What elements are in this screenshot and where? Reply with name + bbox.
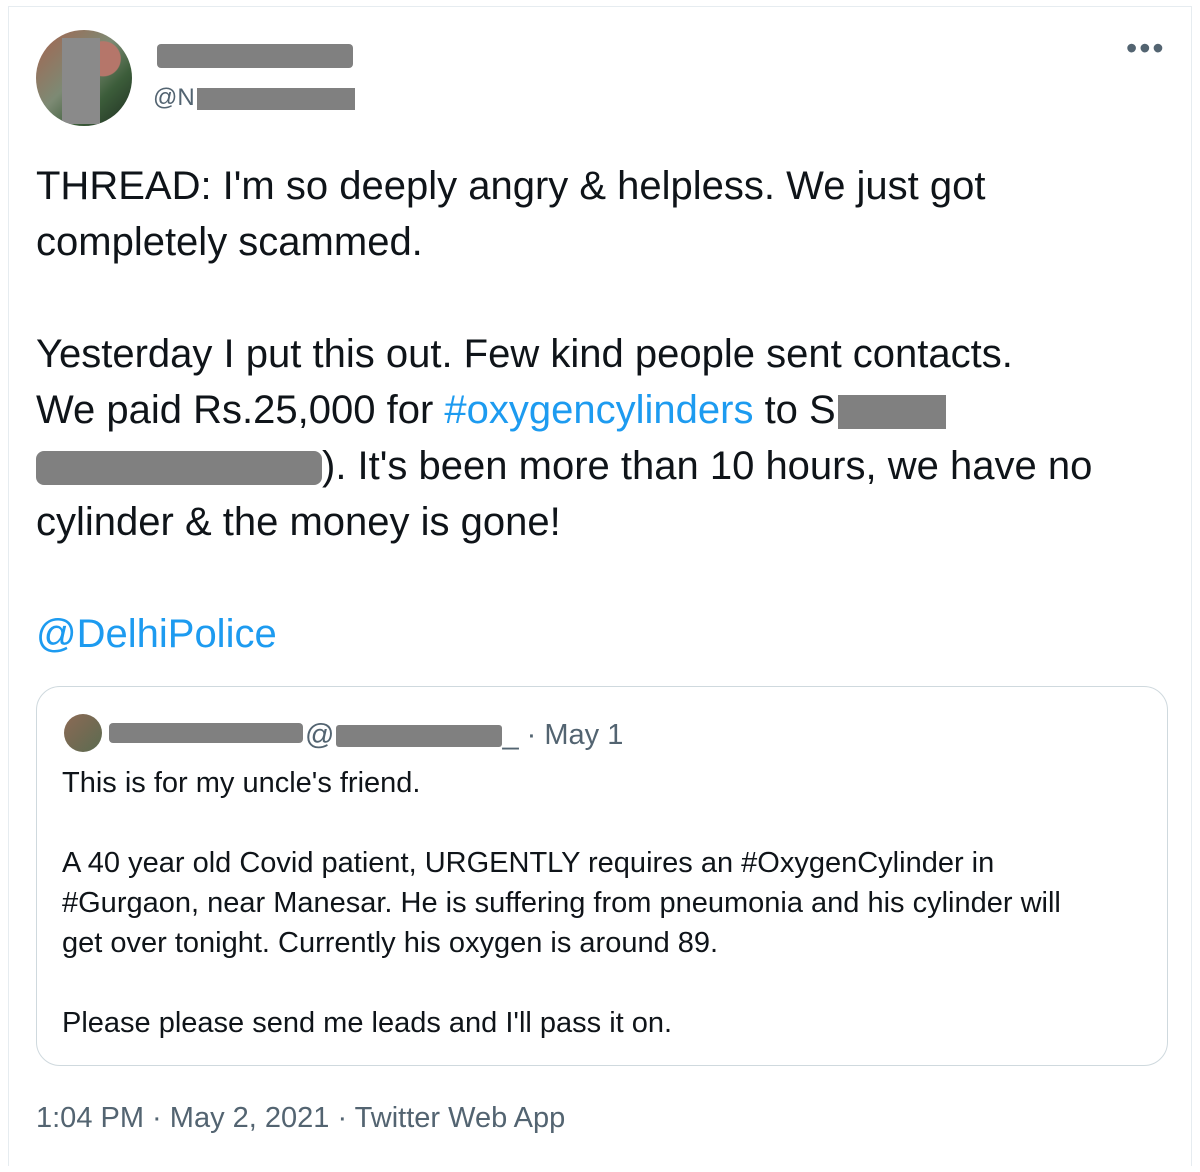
tweet-line: cylinder & the money is gone! bbox=[36, 500, 561, 544]
tweet-date[interactable]: May 2, 2021 bbox=[170, 1102, 330, 1134]
quoted-avatar[interactable] bbox=[64, 714, 102, 752]
quoted-handle-at: @ bbox=[305, 719, 335, 751]
display-name-redacted[interactable] bbox=[157, 44, 353, 68]
quoted-meta: @ _ · May 1 bbox=[305, 717, 623, 753]
quoted-line: get over tonight. Currently his oxygen i… bbox=[62, 927, 719, 959]
tweet-line: THREAD: I'm so deeply angry & helpless. … bbox=[36, 164, 986, 208]
mention-delhipolice[interactable]: @DelhiPolice bbox=[36, 606, 1176, 662]
tweet-footer: 1:04 PM · May 2, 2021 · Twitter Web App bbox=[36, 1100, 565, 1136]
separator: · bbox=[144, 1102, 170, 1134]
text-segment: to S bbox=[753, 388, 836, 432]
quoted-date: _ · May 1 bbox=[502, 719, 624, 751]
quoted-line: Please please send me leads and I'll pas… bbox=[62, 1007, 673, 1039]
quoted-tweet[interactable]: @ _ · May 1 This is for my uncle's friend… bbox=[36, 686, 1168, 1066]
user-handle[interactable]: @N bbox=[153, 84, 355, 112]
vendor-name-redacted bbox=[837, 395, 946, 430]
quoted-display-name-redacted bbox=[109, 723, 303, 743]
quoted-line: #Gurgaon, near Manesar. He is suffering … bbox=[62, 887, 1061, 919]
tweet-time[interactable]: 1:04 PM bbox=[36, 1102, 144, 1134]
quoted-handle-redacted bbox=[336, 725, 503, 748]
handle-prefix: @N bbox=[153, 84, 195, 111]
tweet-line: Yesterday I put this out. Few kind peopl… bbox=[36, 332, 1013, 376]
avatar[interactable] bbox=[36, 30, 132, 126]
hashtag-oxygencylinders[interactable]: #oxygencylinders bbox=[444, 388, 753, 432]
tweet-line: ). It's been more than 10 hours, we have… bbox=[36, 438, 1176, 494]
tweet-line: We paid Rs.25,000 for #oxygencylinders t… bbox=[36, 382, 1176, 438]
vendor-detail-redacted bbox=[36, 451, 322, 486]
avatar-redaction bbox=[62, 38, 100, 124]
text-segment: ). It's been more than 10 hours, we have… bbox=[322, 444, 1093, 488]
handle-redacted bbox=[196, 87, 355, 110]
tweet-line: completely scammed. bbox=[36, 220, 423, 264]
more-horizontal-icon[interactable]: ••• bbox=[1126, 32, 1166, 64]
tweet-source[interactable]: Twitter Web App bbox=[355, 1102, 566, 1134]
quoted-line: A 40 year old Covid patient, URGENTLY re… bbox=[62, 847, 995, 879]
separator: · bbox=[329, 1102, 355, 1134]
quoted-line: This is for my uncle's friend. bbox=[62, 767, 421, 799]
text-segment: We paid Rs.25,000 for bbox=[36, 388, 445, 432]
